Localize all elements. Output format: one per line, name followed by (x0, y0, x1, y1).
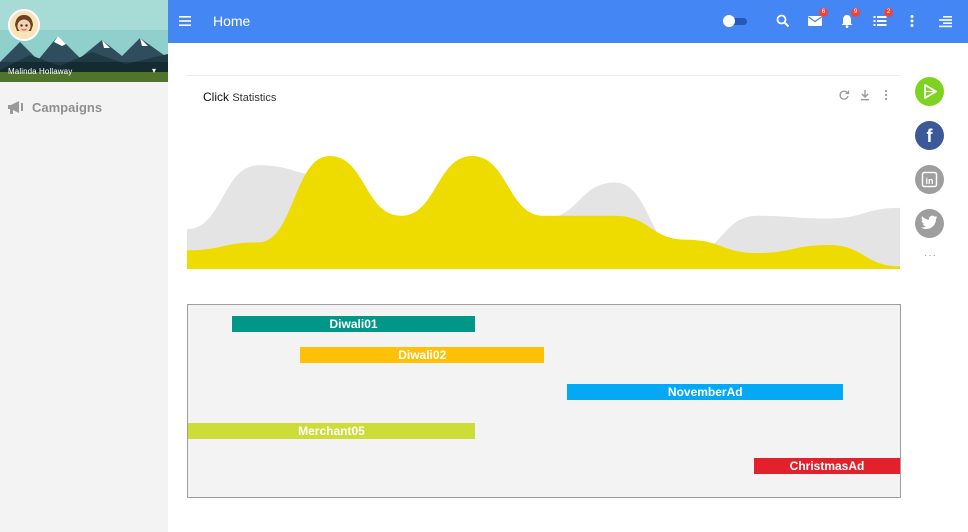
linkedin-button[interactable]: in (915, 165, 944, 194)
svg-text:in: in (926, 176, 934, 186)
top-app-bar: Home 6 9 2 (168, 0, 968, 43)
facebook-icon: f (927, 126, 934, 146)
linkedin-icon: in (921, 171, 938, 188)
theme-toggle[interactable] (723, 15, 747, 27)
page-title: Home (213, 13, 251, 29)
card-title: Click Statistics (203, 90, 276, 104)
tasks-button[interactable]: 2 (872, 8, 893, 29)
more-social-icon[interactable]: ··· (924, 250, 937, 261)
notifications-button[interactable]: 9 (839, 8, 860, 29)
menu-icon[interactable] (178, 14, 192, 28)
megaphone-icon (8, 101, 23, 114)
twitter-icon (920, 215, 938, 230)
notifications-badge: 9 (851, 8, 860, 17)
right-menu-icon[interactable] (937, 13, 953, 29)
timeline-bar-merchant05[interactable]: Merchant05 (188, 423, 475, 439)
campaign-timeline: Diwali01 Diwali02 NovemberAd Merchant05 Chri… (187, 304, 901, 498)
card-title-sub: Statistics (232, 92, 277, 104)
card-title-main: Click (203, 90, 229, 104)
play-store-icon (924, 84, 937, 99)
twitter-button[interactable] (915, 209, 944, 238)
timeline-bar-diwali02[interactable]: Diwali02 (300, 347, 544, 363)
sidebar: Malinda Hollaway ▾ Campaigns (0, 0, 168, 532)
tasks-badge: 2 (884, 8, 893, 17)
sidebar-item-label: Campaigns (32, 99, 103, 115)
download-icon[interactable] (859, 88, 871, 101)
play-store-button[interactable] (915, 77, 944, 106)
profile-header[interactable]: Malinda Hollaway ▾ (0, 0, 168, 82)
more-vert-icon[interactable] (904, 13, 920, 29)
avatar[interactable] (8, 9, 40, 41)
timeline-bar-christmasad[interactable]: ChristmasAd (754, 458, 900, 474)
facebook-button[interactable]: f (915, 121, 944, 150)
mail-badge: 6 (819, 8, 828, 17)
svg-text:f: f (927, 126, 934, 146)
caret-down-icon[interactable]: ▾ (152, 66, 156, 75)
card-actions (838, 88, 892, 101)
timeline-bar-novemberad[interactable]: NovemberAd (567, 384, 844, 400)
mail-button[interactable]: 6 (807, 8, 828, 29)
click-statistics-chart (187, 155, 900, 269)
search-icon[interactable] (775, 13, 791, 29)
timeline-bar-diwali01[interactable]: Diwali01 (232, 316, 475, 332)
card-more-icon[interactable] (880, 88, 892, 101)
refresh-icon[interactable] (838, 88, 850, 100)
user-name: Malinda Hollaway (8, 67, 73, 76)
click-statistics-card: Click Statistics (187, 75, 900, 275)
sidebar-item-campaigns[interactable]: Campaigns (6, 97, 102, 117)
